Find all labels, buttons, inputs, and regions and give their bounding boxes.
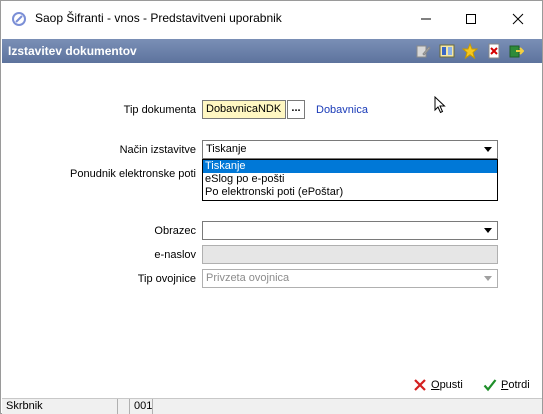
- window-title: Saop Šifranti - vnos - Predstavitveni up…: [35, 11, 282, 25]
- dropdown-option-tiskanje[interactable]: Tiskanje: [203, 160, 497, 173]
- exit-icon[interactable]: [508, 43, 524, 59]
- edit-icon[interactable]: [415, 43, 431, 59]
- tip-ovojnice-select: Privzeta ovojnica: [202, 269, 498, 288]
- maximize-icon: [466, 14, 476, 24]
- nacin-izstavitve-select[interactable]: Tiskanje: [202, 140, 498, 159]
- obrazec-dropdown-button[interactable]: [479, 223, 496, 238]
- cancel-button-label: Opusti: [431, 379, 463, 391]
- status-code: 001: [129, 399, 153, 414]
- e-naslov-input: [202, 245, 498, 264]
- status-bar: Skrbnik 001: [2, 398, 542, 414]
- tip-dokumenta-input[interactable]: DobavnicaNDK: [202, 100, 286, 119]
- star-icon[interactable]: [462, 43, 478, 59]
- minimize-icon: [421, 18, 431, 20]
- confirm-button[interactable]: Potrdi: [483, 378, 530, 392]
- dropdown-option-epostar[interactable]: Po elektronski poti (ePoštar): [203, 186, 497, 199]
- cancel-button[interactable]: Opusti: [413, 378, 463, 392]
- delete-document-icon[interactable]: [486, 43, 502, 59]
- mouse-cursor-icon: [434, 96, 446, 114]
- tip-ovojnice-dropdown-button: [479, 271, 496, 286]
- minimize-button[interactable]: [403, 1, 449, 37]
- header-band: Izstavitev dokumentov: [2, 39, 542, 63]
- tip-ovojnice-label: Tip ovojnice: [137, 273, 196, 285]
- page-title: Izstavitev dokumentov: [8, 44, 137, 58]
- app-window: Saop Šifranti - vnos - Predstavitveni up…: [0, 0, 543, 414]
- tip-dokumenta-label: Tip dokumenta: [123, 104, 196, 116]
- ponudnik-label: Ponudnik elektronske poti: [70, 168, 196, 180]
- tip-dokumenta-value: DobavnicaNDK: [206, 103, 282, 115]
- nacin-izstavitve-dropdown-button[interactable]: [479, 142, 496, 157]
- title-bar: Saop Šifranti - vnos - Predstavitveni up…: [1, 1, 542, 37]
- close-button[interactable]: [495, 1, 541, 37]
- tip-dokumenta-description[interactable]: Dobavnica: [316, 104, 368, 116]
- obrazec-select[interactable]: [202, 221, 498, 240]
- cancel-x-icon: [414, 379, 426, 391]
- nacin-izstavitve-label: Način izstavitve: [119, 144, 196, 156]
- nacin-izstavitve-value: Tiskanje: [206, 143, 247, 155]
- confirm-button-label: Potrdi: [501, 379, 530, 391]
- app-logo-icon: [12, 12, 26, 26]
- tip-ovojnice-value: Privzeta ovojnica: [206, 272, 290, 284]
- chevron-down-icon: [483, 276, 492, 281]
- chevron-down-icon: [483, 228, 492, 233]
- nacin-izstavitve-dropdown-list: Tiskanje eSlog po e-pošti Po elektronski…: [202, 159, 498, 201]
- e-naslov-label: e-naslov: [154, 249, 196, 261]
- dropdown-option-eslog[interactable]: eSlog po e-pošti: [203, 173, 497, 186]
- tip-dokumenta-browse-button[interactable]: ...: [287, 100, 305, 119]
- chevron-down-icon: [483, 147, 492, 152]
- maximize-button[interactable]: [448, 1, 494, 37]
- checkmark-icon: [483, 379, 497, 392]
- status-user: Skrbnik: [2, 399, 118, 414]
- obrazec-label: Obrazec: [154, 225, 196, 237]
- close-icon: [512, 13, 524, 25]
- columns-icon[interactable]: [439, 43, 455, 59]
